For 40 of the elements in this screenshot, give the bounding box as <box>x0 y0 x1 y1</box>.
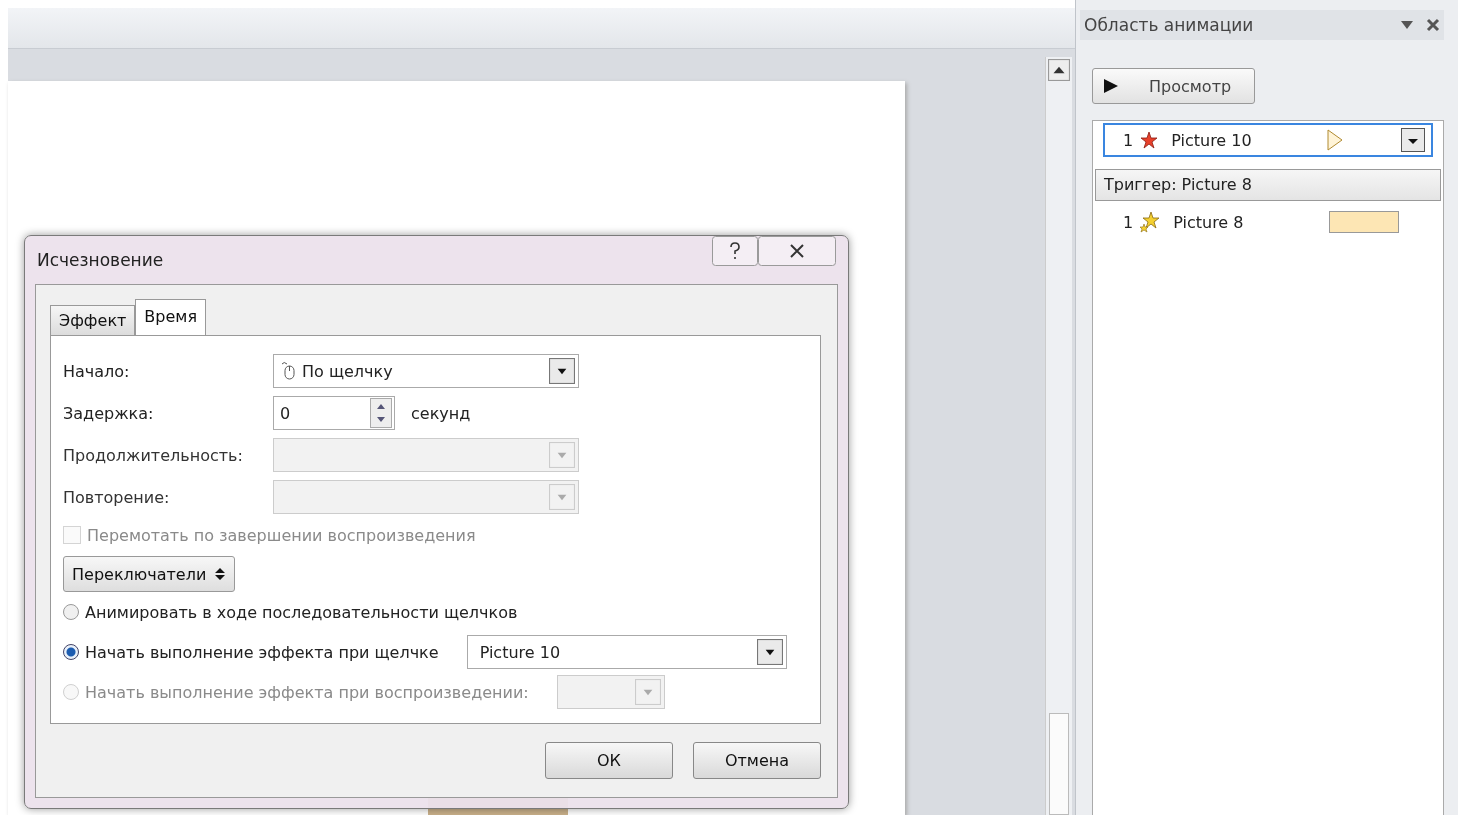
dropdown-field[interactable] <box>556 675 665 709</box>
play-button[interactable]: Просмотр <box>1092 68 1255 104</box>
trigger-marker-icon <box>1327 129 1344 151</box>
scrollbar[interactable] <box>1045 57 1072 815</box>
dialog-title: Исчезновение <box>37 250 164 270</box>
radio-label: Анимировать в ходе последовательности щелчков <box>85 602 518 622</box>
animation-item[interactable]: 1 Picture 8 <box>1103 205 1433 239</box>
stars-icon <box>1139 211 1162 233</box>
dropdown-field[interactable]: Picture 10 <box>466 635 787 669</box>
spinner-arrows-icon[interactable] <box>370 398 392 428</box>
radio-label: Начать выполнение эффекта при воспроизведении: <box>85 682 529 702</box>
scroll-thumb[interactable] <box>1049 713 1069 815</box>
dialog-button[interactable]: ОК <box>545 742 673 779</box>
star-burst-icon <box>1139 130 1160 150</box>
collapse-icon <box>214 567 227 581</box>
radio-label: Начать выполнение эффекта при щелчке <box>85 642 439 662</box>
radio-button[interactable] <box>63 604 79 620</box>
tab[interactable]: Время <box>135 299 207 335</box>
close-icon[interactable] <box>1426 18 1440 32</box>
unit-label: секунд <box>411 403 471 423</box>
play-icon <box>1103 78 1119 94</box>
animation-item[interactable]: 1 Picture 10 <box>1103 123 1433 157</box>
checkbox-label: Перемотать по завершении воспроизведения <box>87 525 476 545</box>
field-label: Задержка: <box>63 403 155 423</box>
field-label: Повторение: <box>63 487 171 507</box>
mouse-icon <box>280 361 296 381</box>
timeline-bar <box>1329 211 1400 233</box>
triggers-button[interactable]: Переключатели <box>63 556 236 592</box>
close-icon[interactable] <box>758 236 836 266</box>
spinner-field[interactable]: 0 <box>273 396 395 430</box>
trigger-header: Триггер: Picture 8 <box>1095 169 1441 201</box>
scroll-up-icon[interactable] <box>1048 59 1070 81</box>
tab[interactable]: Эффект <box>50 305 136 335</box>
pane-title: Область анимации <box>1084 15 1254 35</box>
dropdown-field[interactable]: По щелчку <box>273 354 579 388</box>
radio-button[interactable] <box>63 644 79 660</box>
help-icon[interactable] <box>712 236 758 266</box>
field-label: Продолжительность: <box>63 445 244 465</box>
field-label: Начало: <box>63 361 131 381</box>
dialog-button[interactable]: Отмена <box>693 742 821 779</box>
